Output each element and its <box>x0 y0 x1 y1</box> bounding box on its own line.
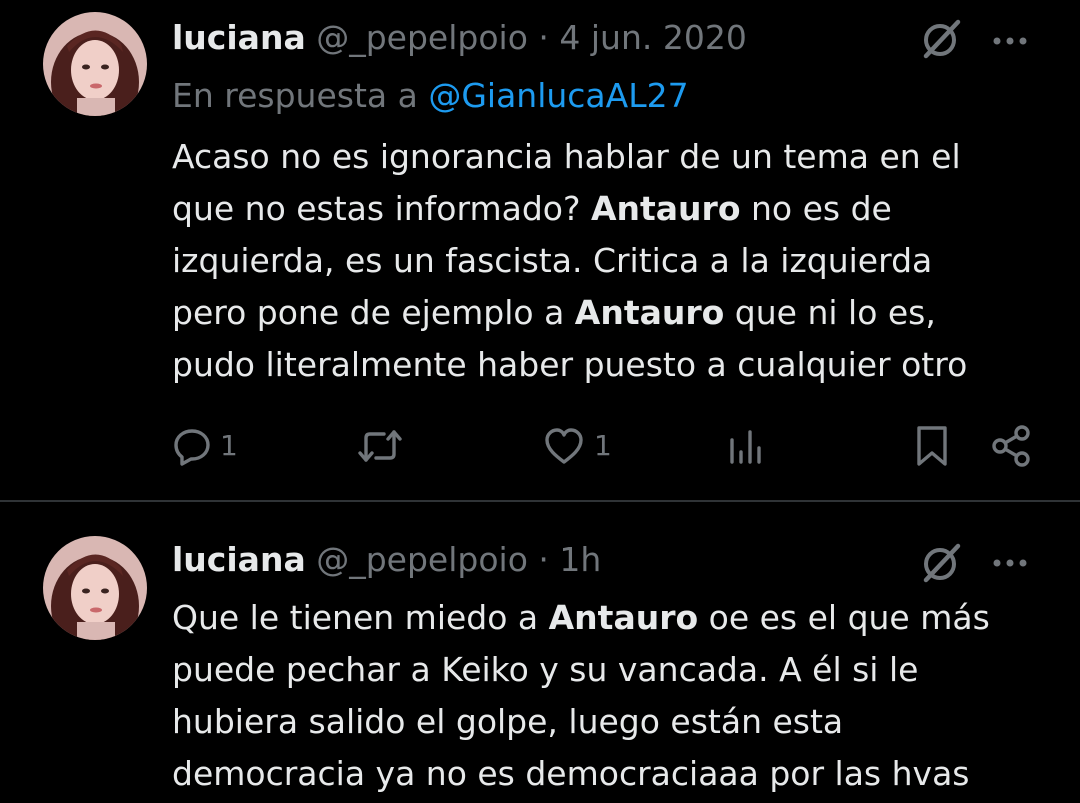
tweet-text-line: hubiera salido el golpe, luego están est… <box>172 696 1052 748</box>
separator-dot: · <box>538 540 549 579</box>
text-segment: democracia ya no es democraciaaa por las… <box>172 754 970 793</box>
bold-text: Antauro <box>548 598 699 637</box>
views-button[interactable] <box>726 418 766 474</box>
share-button[interactable] <box>990 418 1034 474</box>
tweet-header: luciana @_pepelpoio · 1h <box>172 538 601 582</box>
retweet-button[interactable] <box>356 418 404 474</box>
tweet-text-line: democracia ya no es democraciaaa por las… <box>172 748 1052 800</box>
tweet-text-line: que no estas informado? Antauro no es de <box>172 183 1052 235</box>
tweet-date[interactable]: 4 jun. 2020 <box>559 18 746 57</box>
tweet-text: Acaso no es ignorancia hablar de un tema… <box>172 131 1052 391</box>
text-segment: no es de <box>740 189 892 228</box>
grok-icon[interactable] <box>918 540 964 586</box>
user-handle[interactable]: @_pepelpoio <box>316 18 528 57</box>
bold-text: Antauro <box>574 293 725 332</box>
reply-count: 1 <box>220 429 238 462</box>
avatar[interactable] <box>43 536 147 640</box>
reply-context: En respuesta a @GianlucaAL27 <box>172 72 689 120</box>
tweet-text-line: puede pechar a Keiko y su vancada. A él … <box>172 644 1052 696</box>
more-icon[interactable] <box>988 26 1032 56</box>
tweet-text-line: pudo literalmente haber puesto a cualqui… <box>172 339 1052 391</box>
bookmark-icon <box>912 424 952 468</box>
separator-dot: · <box>538 18 549 57</box>
tweet-text: Que le tienen miedo a Antauro oe es el q… <box>172 592 1052 800</box>
text-segment: que no estas informado? <box>172 189 591 228</box>
bold-text: Antauro <box>590 189 741 228</box>
reply-icon <box>172 426 212 466</box>
views-icon <box>726 426 766 466</box>
tweet-text-line: pero pone de ejemplo a Antauro que ni lo… <box>172 287 1052 339</box>
share-icon <box>990 424 1034 468</box>
text-segment: hubiera salido el golpe, luego están est… <box>172 702 844 741</box>
reply-prefix: En respuesta a <box>172 76 429 115</box>
like-icon <box>542 426 586 466</box>
text-segment: pero pone de ejemplo a <box>172 293 575 332</box>
tweet-header: luciana @_pepelpoio · 4 jun. 2020 <box>172 16 747 60</box>
tweet-date[interactable]: 1h <box>559 540 601 579</box>
text-segment: oe es el que más <box>698 598 990 637</box>
more-icon[interactable] <box>988 548 1032 578</box>
like-count: 1 <box>594 429 612 462</box>
tweet-text-line: Que le tienen miedo a Antauro oe es el q… <box>172 592 1052 644</box>
grok-icon[interactable] <box>918 16 964 62</box>
text-segment: puede pechar a Keiko y su vancada. A él … <box>172 650 919 689</box>
text-segment: izquierda, es un fascista. Critica a la … <box>172 241 933 280</box>
text-segment: Que le tienen miedo a <box>172 598 549 637</box>
text-segment: que ni lo es, <box>724 293 936 332</box>
tweet[interactable]: luciana @_pepelpoio · 1h Que le tienen m… <box>0 502 1080 803</box>
like-button[interactable]: 1 <box>542 418 612 474</box>
tweet-text-line: izquierda, es un fascista. Critica a la … <box>172 235 1052 287</box>
avatar[interactable] <box>43 12 147 116</box>
reply-button[interactable]: 1 <box>172 418 238 474</box>
text-segment: Acaso no es ignorancia hablar de un tema… <box>172 137 961 176</box>
tweet[interactable]: luciana @_pepelpoio · 4 jun. 2020 En res… <box>0 0 1080 500</box>
retweet-icon <box>356 426 404 466</box>
text-segment: pudo literalmente haber puesto a cualqui… <box>172 345 968 384</box>
reply-mention[interactable]: @GianlucaAL27 <box>428 76 688 115</box>
tweet-text-line: Acaso no es ignorancia hablar de un tema… <box>172 131 1052 183</box>
user-handle[interactable]: @_pepelpoio <box>316 540 528 579</box>
bookmark-button[interactable] <box>912 418 952 474</box>
display-name[interactable]: luciana <box>172 18 306 57</box>
action-bar: 1 1 <box>0 418 1080 474</box>
display-name[interactable]: luciana <box>172 540 306 579</box>
